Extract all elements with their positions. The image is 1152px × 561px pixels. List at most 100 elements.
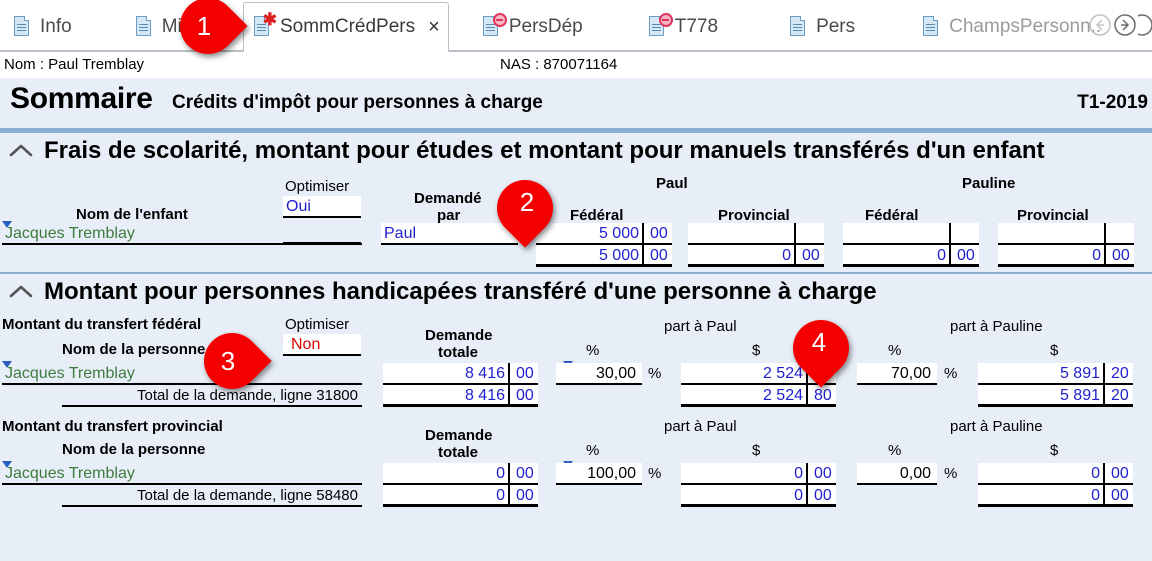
amount-cents: 20: [1111, 365, 1129, 382]
back-arrow-icon[interactable]: [1088, 13, 1112, 37]
provincial-total-label: Total de la demande, ligne 58480: [62, 485, 362, 507]
person-name-field-federal[interactable]: Jacques Tremblay: [2, 363, 362, 385]
header-demande-l1-provincial: Demande: [425, 427, 493, 444]
optimiser-field-2[interactable]: Non: [283, 334, 361, 356]
tab-persdep[interactable]: PersDép: [473, 4, 597, 50]
taxpayer-sin: NAS : 870071164: [500, 56, 618, 73]
callout-number: 4: [811, 326, 827, 357]
pauline-pct-field-federal[interactable]: 70,00: [857, 363, 937, 385]
pauline-amount-provincial-cell[interactable]: 0 00: [978, 463, 1133, 485]
identity-bar: Nom : Paul Tremblay NAS : 870071164: [0, 52, 1152, 78]
header-dollar-paul-federal: $: [752, 342, 761, 359]
callout-number: 1: [196, 10, 212, 41]
callout-marker-4: 4: [781, 308, 861, 388]
tax-year-badge: T1-2019: [1077, 92, 1148, 113]
paul-pct-field-provincial[interactable]: 100,00: [556, 463, 642, 485]
amount-cents: 00: [650, 247, 668, 264]
demande-totale-provincial-cell[interactable]: 0 00: [383, 463, 538, 485]
amount-dollars: 2 524: [762, 387, 803, 404]
header-pauline-federal: Fédéral: [865, 207, 919, 224]
pauline-federal-cell[interactable]: [843, 223, 979, 245]
paul-amount-provincial-cell[interactable]: 0 00: [681, 463, 836, 485]
optimiser-row-underline-1: [283, 223, 361, 245]
percent-sign-paul-provincial: %: [648, 465, 662, 482]
header-pauline-group: Pauline: [962, 175, 1016, 192]
document-minus-icon: [648, 12, 673, 39]
amount-cents: 00: [516, 487, 534, 504]
home-arrow-icon[interactable]: [1138, 13, 1152, 37]
amount-cents: 00: [1112, 247, 1130, 264]
page-title-bar: Sommaire Crédits d'impôt pour personnes …: [0, 78, 1152, 128]
section-1-header[interactable]: Frais de scolarité, montant pour études …: [0, 135, 1045, 167]
header-pct-pauline-provincial: %: [888, 442, 902, 459]
amount-dollars: 0: [1092, 247, 1101, 264]
total-pauline-federal-cell: 0 00: [843, 245, 979, 267]
tab-pers[interactable]: Pers: [780, 4, 869, 50]
paul-provincial-cell[interactable]: [688, 223, 824, 245]
pauline-provincial-cell[interactable]: [998, 223, 1134, 245]
tab-label: Info: [40, 16, 72, 37]
tab-bar: Info Missi ✱ SommCrédPers × PersDép: [0, 0, 1152, 52]
document-icon: [923, 15, 942, 39]
callout-number: 2: [519, 186, 535, 217]
amount-dollars: 0: [1091, 487, 1100, 504]
callout-marker-1: 1: [168, 0, 248, 66]
provincial-transfer-title: Montant du transfert provincial: [2, 418, 223, 435]
federal-transfer-title: Montant du transfert fédéral: [2, 316, 202, 333]
optimiser-field-1[interactable]: Oui: [283, 196, 361, 218]
amount-dollars: [843, 223, 951, 243]
total-paul-federal-amount-cell: 2 524 80: [681, 385, 836, 407]
tab-champspersonn[interactable]: ChampsPersonn..: [913, 4, 1115, 50]
tab-label: Pers: [816, 16, 856, 37]
close-icon[interactable]: ×: [428, 17, 440, 37]
total-paul-provincial-amount-cell: 0 00: [681, 485, 836, 507]
document-minus-icon: [482, 12, 507, 39]
demande-totale-federal-cell[interactable]: 8 416 00: [383, 363, 538, 385]
header-demande-l2-federal: totale: [438, 344, 479, 361]
paul-federal-cell[interactable]: 5 000 00: [536, 223, 672, 245]
amount-cents: 00: [1111, 465, 1129, 482]
tab-sommcredpers[interactable]: ✱ SommCrédPers ×: [242, 2, 449, 52]
pauline-pct-field-provincial[interactable]: 0,00: [857, 463, 937, 485]
section-2-header[interactable]: Montant pour personnes handicapées trans…: [0, 276, 877, 308]
section-2-title: Montant pour personnes handicapées trans…: [44, 278, 877, 305]
amount-dollars: [688, 223, 796, 243]
document-icon: [14, 15, 33, 39]
chevron-up-icon[interactable]: [8, 143, 34, 159]
amount-cents: 80: [814, 387, 832, 404]
amount-dollars: 5 891: [1059, 365, 1100, 382]
total-demande-federal-cell: 8 416 00: [383, 385, 538, 407]
pauline-amount-federal-cell[interactable]: 5 891 20: [978, 363, 1133, 385]
amount-cents: 00: [814, 465, 832, 482]
amount-cents: 00: [802, 247, 820, 264]
document-asterisk-icon: ✱: [253, 11, 277, 39]
taxpayer-name: Nom : Paul Tremblay: [4, 56, 145, 73]
total-paul-provincial-cell: 0 00: [688, 245, 824, 267]
amount-dollars: 0: [794, 487, 803, 504]
header-dollar-pauline-federal: $: [1050, 342, 1059, 359]
total-pauline-provincial-amount-cell: 0 00: [978, 485, 1133, 507]
header-dollar-paul-provincial: $: [752, 442, 761, 459]
chevron-up-icon[interactable]: [8, 284, 34, 300]
tab-t778[interactable]: T778: [639, 4, 732, 50]
tab-list: Info Missi ✱ SommCrédPers × PersDép: [0, 0, 1152, 52]
person-name-field-provincial[interactable]: Jacques Tremblay: [2, 463, 362, 485]
amount-dollars: 0: [496, 465, 505, 482]
document-icon: [790, 15, 809, 39]
section-1-title: Frais de scolarité, montant pour études …: [44, 137, 1045, 164]
header-pct-paul-federal: %: [586, 342, 600, 359]
forward-arrow-icon[interactable]: [1113, 13, 1137, 37]
tab-navigation: [1088, 13, 1152, 37]
page-subtitle: Crédits d'impôt pour personnes à charge: [172, 92, 543, 113]
header-optimiser-1: Optimiser: [285, 178, 350, 195]
header-pct-paul-provincial: %: [586, 442, 600, 459]
paul-pct-field-federal[interactable]: 30,00: [556, 363, 642, 385]
amount-dollars: 2 524: [762, 365, 803, 382]
amount-dollars: 0: [782, 247, 791, 264]
section-divider: [0, 272, 1152, 274]
tab-info[interactable]: Info: [4, 4, 86, 50]
tab-label: SommCrédPers: [279, 16, 416, 37]
amount-dollars: 5 891: [1059, 387, 1100, 404]
total-pauline-provincial-cell: 0 00: [998, 245, 1134, 267]
amount-dollars: 0: [1091, 465, 1100, 482]
